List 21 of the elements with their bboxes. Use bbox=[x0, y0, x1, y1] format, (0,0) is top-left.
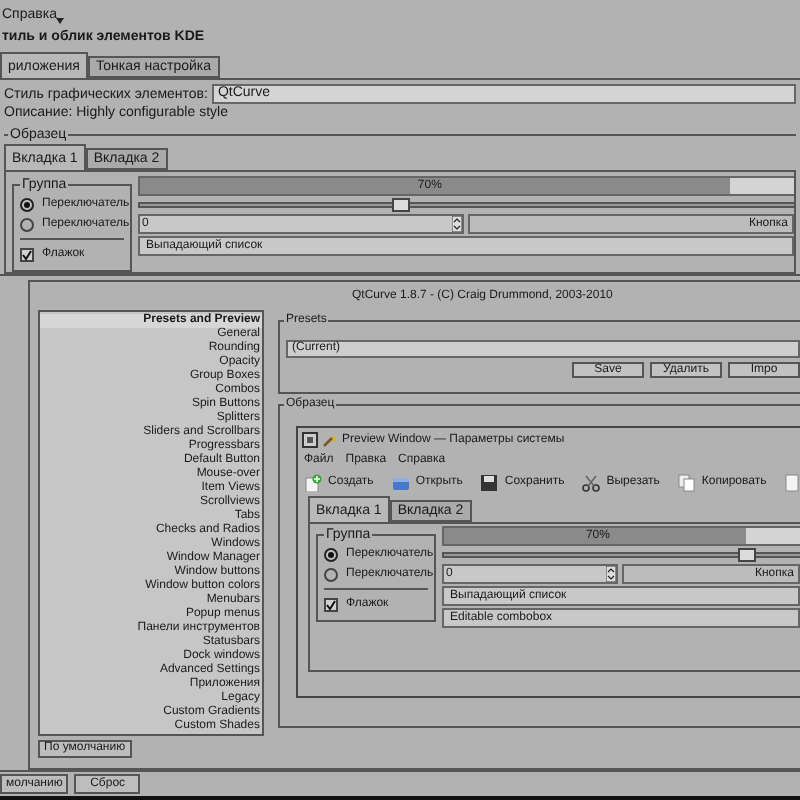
page-plus-icon bbox=[304, 474, 322, 492]
checkbox[interactable] bbox=[324, 597, 338, 611]
scissors-icon bbox=[582, 474, 601, 492]
window-menu-icon bbox=[302, 432, 318, 448]
checkbox[interactable] bbox=[20, 247, 34, 261]
pages-icon bbox=[677, 474, 696, 492]
caret-icon bbox=[56, 17, 65, 23]
radio-button[interactable] bbox=[20, 217, 34, 231]
radio-button[interactable] bbox=[20, 197, 34, 211]
spin-arrows-icon bbox=[606, 566, 616, 582]
check-icon bbox=[326, 599, 336, 609]
radio-button[interactable] bbox=[324, 547, 338, 561]
slider-handle[interactable] bbox=[737, 548, 756, 562]
page-icon bbox=[784, 474, 800, 492]
spin-arrows-icon bbox=[451, 216, 461, 232]
slider-handle[interactable] bbox=[392, 198, 411, 212]
floppy-icon bbox=[480, 474, 499, 492]
folder-icon bbox=[391, 474, 410, 492]
check-icon bbox=[22, 249, 32, 259]
radio-button[interactable] bbox=[324, 567, 338, 581]
wand-icon bbox=[322, 432, 338, 448]
